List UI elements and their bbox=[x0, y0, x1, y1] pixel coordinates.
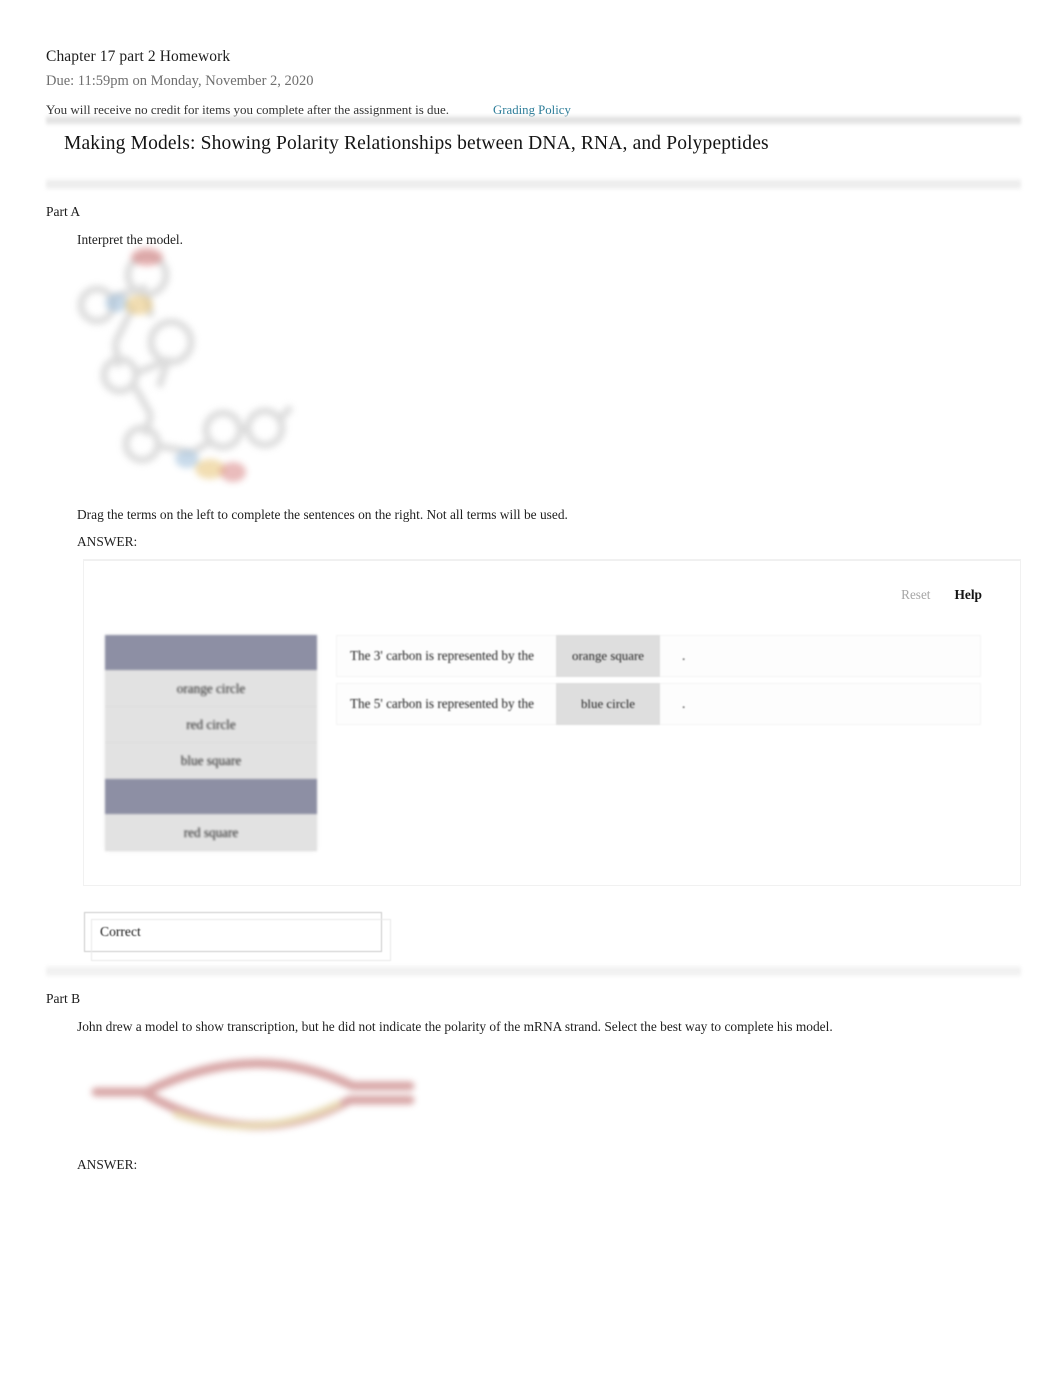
help-button[interactable]: Help bbox=[954, 587, 982, 603]
nucleotide-polarity-model-figure bbox=[77, 248, 294, 482]
header-divider bbox=[46, 115, 1021, 126]
part-b-answer-label: ANSWER: bbox=[77, 1157, 138, 1172]
feedback-box: Correct bbox=[84, 912, 391, 961]
part-b-label: Part B bbox=[46, 991, 81, 1006]
sentence-row: The 5' carbon is represented by the blue… bbox=[336, 683, 981, 725]
reset-button[interactable]: Reset bbox=[901, 587, 930, 603]
sentence-period: . bbox=[682, 696, 686, 711]
part-a-label: Part A bbox=[46, 204, 81, 219]
part-a-divider bbox=[46, 178, 1021, 191]
part-a-drag-instruction: Drag the terms on the left to complete t… bbox=[77, 507, 568, 522]
feedback-text: Correct bbox=[100, 924, 141, 939]
drag-drop-answer-card: Reset Help orange square orange circle r… bbox=[84, 560, 1020, 885]
assignment-header: Chapter 17 part 2 Homework Due: 11:59pm … bbox=[46, 46, 1021, 119]
homework-page: Chapter 17 part 2 Homework Due: 11:59pm … bbox=[0, 0, 1062, 1377]
term-bank: orange square orange circle red circle b… bbox=[105, 635, 317, 851]
transcription-bubble-model-figure bbox=[91, 1058, 415, 1131]
sentence-period: . bbox=[682, 648, 686, 663]
term-bank-item[interactable]: orange circle bbox=[105, 671, 317, 707]
term-bank-item[interactable]: red circle bbox=[105, 707, 317, 743]
part-b-intro: John drew a model to show transcription,… bbox=[77, 1019, 833, 1034]
answer-toolbar: Reset Help bbox=[901, 587, 982, 603]
drop-slot[interactable]: blue circle bbox=[556, 683, 661, 725]
term-bank-item[interactable]: blue square bbox=[105, 743, 317, 779]
drop-slot[interactable]: orange square bbox=[556, 635, 661, 677]
term-bank-item-used[interactable]: orange square bbox=[105, 635, 317, 671]
page-title: Making Models: Showing Polarity Relation… bbox=[64, 133, 769, 154]
sentence-text: The 5' carbon is represented by the bbox=[350, 696, 535, 711]
assignment-due-date: Due: 11:59pm on Monday, November 2, 2020 bbox=[46, 73, 314, 89]
assignment-title: Chapter 17 part 2 Homework bbox=[46, 48, 231, 65]
term-bank-item-used[interactable]: blue circle bbox=[105, 779, 317, 815]
part-a-answer-label: ANSWER: bbox=[77, 534, 138, 549]
sentence-list: The 3' carbon is represented by the oran… bbox=[336, 635, 981, 731]
part-b-divider bbox=[46, 965, 1021, 978]
term-bank-item[interactable]: red square bbox=[105, 815, 317, 851]
sentence-row: The 3' carbon is represented by the oran… bbox=[336, 635, 981, 677]
sentence-text: The 3' carbon is represented by the bbox=[350, 648, 535, 663]
